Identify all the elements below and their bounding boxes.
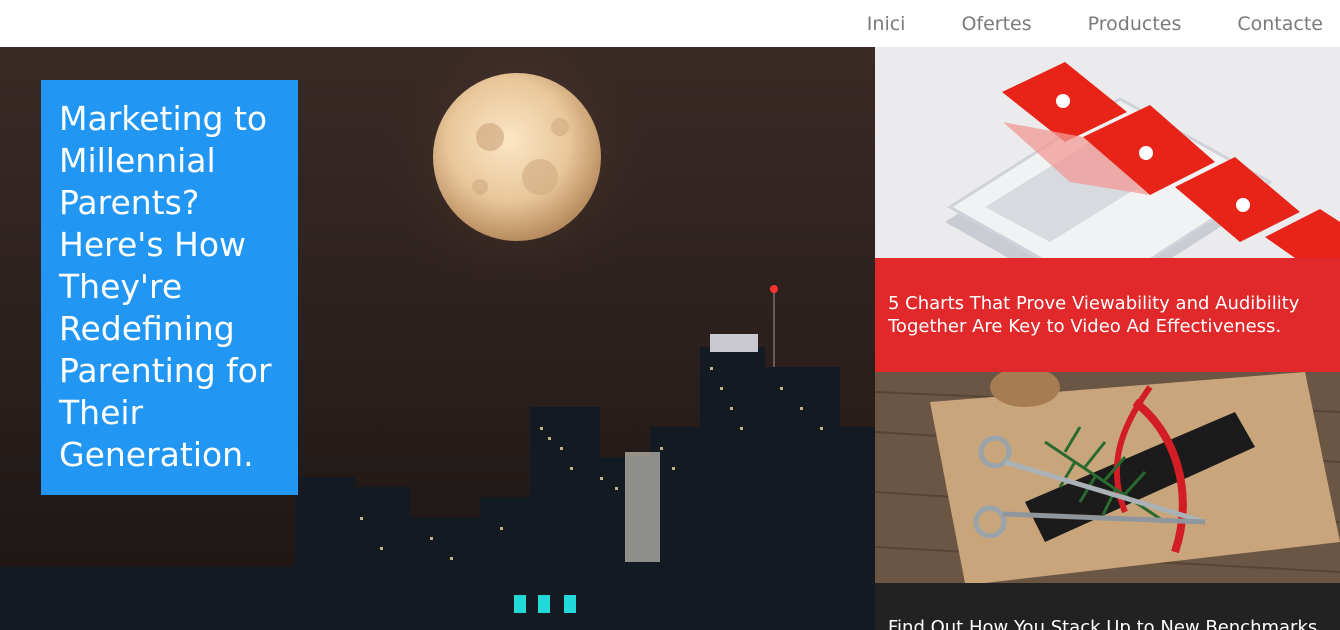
top-navigation: Inici Ofertes Productes Contacte: [0, 0, 1340, 47]
article-caption-benchmarks[interactable]: Find Out How You Stack Up to New Benchma…: [875, 583, 1340, 630]
mobile-ads-illustration: [875, 47, 1340, 258]
nav-link-contacte[interactable]: Contacte: [1237, 13, 1323, 35]
article-image-gift-wrap[interactable]: [875, 372, 1340, 583]
article-title-benchmarks[interactable]: Find Out How You Stack Up to New Benchma…: [888, 617, 1317, 630]
hero-section: Marketing to Millennial Parents? Here's …: [0, 47, 875, 630]
hero-headline[interactable]: Marketing to Millennial Parents? Here's …: [59, 98, 280, 476]
featured-articles-column: 5 Charts That Prove Viewability and Audi…: [875, 47, 1340, 630]
article-image-mobile-ads[interactable]: [875, 47, 1340, 258]
nav-link-inici[interactable]: Inici: [867, 13, 906, 35]
hero-headline-card[interactable]: Marketing to Millennial Parents? Here's …: [41, 80, 298, 495]
gift-wrap-illustration: [875, 372, 1340, 583]
nav-link-productes[interactable]: Productes: [1088, 13, 1182, 35]
article-caption-viewability[interactable]: 5 Charts That Prove Viewability and Audi…: [875, 258, 1340, 372]
article-title-viewability[interactable]: 5 Charts That Prove Viewability and Audi…: [888, 293, 1299, 337]
nav-link-ofertes[interactable]: Ofertes: [961, 13, 1031, 35]
